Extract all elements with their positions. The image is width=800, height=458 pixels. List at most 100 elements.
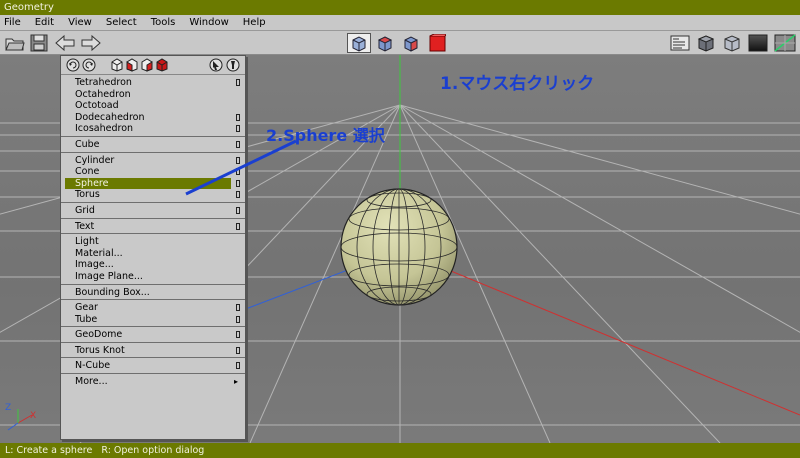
- menu-item-label: Torus: [75, 189, 100, 201]
- option-box-icon[interactable]: [236, 304, 240, 312]
- option-box-icon[interactable]: [236, 125, 240, 133]
- pointer-icon[interactable]: [209, 58, 223, 72]
- forward-arrow-icon[interactable]: [79, 33, 103, 53]
- textured-bg-icon[interactable]: [773, 33, 797, 53]
- menu-item-label: Octotoad: [75, 100, 119, 112]
- menu-item-image-plane[interactable]: Image Plane...: [61, 271, 245, 283]
- option-box-icon[interactable]: [236, 140, 240, 148]
- open-folder-icon[interactable]: [4, 33, 26, 53]
- menu-item-label: GeoDome: [75, 329, 123, 341]
- menu-item-material[interactable]: Material...: [61, 248, 245, 260]
- option-box-icon[interactable]: [236, 331, 240, 339]
- option-box-icon[interactable]: [236, 79, 240, 86]
- menu-group-scene: Light Material... Image... Image Plane..…: [61, 234, 245, 285]
- menu-bar: File Edit View Select Tools Window Help: [0, 15, 800, 31]
- submenu-arrow-icon: ▸: [233, 377, 238, 387]
- cube-blue-red-2-icon[interactable]: [399, 33, 423, 53]
- option-box-icon[interactable]: [236, 222, 240, 230]
- menu-tools[interactable]: Tools: [144, 15, 183, 31]
- menu-item-label: Cone: [75, 166, 100, 178]
- save-disk-icon[interactable]: [28, 33, 50, 53]
- menu-group-geodome: GeoDome: [61, 327, 245, 343]
- menu-item-icosahedron[interactable]: Icosahedron: [61, 123, 245, 135]
- menu-item-label: Gear: [75, 302, 98, 314]
- option-box-icon[interactable]: [236, 362, 240, 370]
- menu-item-label: More...: [75, 376, 108, 388]
- cube-outline-icon[interactable]: [110, 58, 124, 72]
- option-box-icon[interactable]: [236, 206, 240, 214]
- menu-item-label: Cube: [75, 138, 100, 150]
- menu-item-label: Light: [75, 236, 99, 248]
- menu-item-sphere[interactable]: Sphere: [65, 177, 240, 190]
- cube-blue-red-icon[interactable]: [373, 33, 397, 53]
- menu-view[interactable]: View: [61, 15, 99, 31]
- gizmo-z-label: Z: [5, 403, 12, 413]
- menu-item-n-cube[interactable]: N-Cube: [61, 360, 245, 372]
- menu-group-cube: Cube: [61, 137, 245, 153]
- menu-item-label: Dodecahedron: [75, 111, 145, 123]
- option-box-icon[interactable]: [236, 346, 240, 354]
- menu-help[interactable]: Help: [236, 15, 273, 31]
- menu-item-bounding-box[interactable]: Bounding Box...: [61, 287, 245, 299]
- option-box-icon[interactable]: [236, 156, 240, 164]
- menu-item-label: Image...: [75, 259, 114, 271]
- menu-item-cylinder[interactable]: Cylinder: [61, 155, 245, 167]
- context-menu-header: [61, 56, 245, 75]
- menu-item-tube[interactable]: Tube: [61, 314, 245, 326]
- menu-window[interactable]: Window: [182, 15, 235, 31]
- menu-select[interactable]: Select: [99, 15, 144, 31]
- rotate-left-icon[interactable]: [66, 58, 80, 72]
- menu-item-dodecahedron[interactable]: Dodecahedron: [61, 112, 245, 124]
- rotate-right-icon[interactable]: [82, 58, 96, 72]
- menu-item-label: N-Cube: [75, 360, 111, 372]
- menu-item-geodome[interactable]: GeoDome: [61, 329, 245, 341]
- cube-red-side-icon[interactable]: [140, 58, 154, 72]
- gear-icon[interactable]: [226, 58, 240, 72]
- menu-edit[interactable]: Edit: [28, 15, 61, 31]
- axis-gizmo: [7, 409, 33, 431]
- menu-item-label: Image Plane...: [75, 270, 143, 282]
- menu-item-octahedron[interactable]: Octahedron: [61, 89, 245, 101]
- menu-item-label: Icosahedron: [75, 123, 134, 135]
- menu-item-tetrahedron[interactable]: Tetrahedron: [61, 77, 245, 89]
- option-box-icon[interactable]: [236, 179, 240, 187]
- menu-item-more[interactable]: More... ▸: [61, 376, 245, 388]
- sphere-mesh[interactable]: [340, 188, 458, 306]
- menu-item-label: Octahedron: [75, 88, 131, 100]
- shaded-cube-icon[interactable]: [695, 33, 717, 53]
- menu-item-torus[interactable]: Torus: [61, 189, 245, 201]
- menu-file[interactable]: File: [0, 15, 28, 31]
- menu-group-bbox: Bounding Box...: [61, 285, 245, 301]
- menu-item-cube[interactable]: Cube: [61, 139, 245, 151]
- create-context-menu: Tetrahedron Octahedron Octotoad Dodecahe…: [60, 55, 246, 440]
- menu-item-grid[interactable]: Grid: [61, 205, 245, 217]
- menu-item-light[interactable]: Light: [61, 236, 245, 248]
- menu-item-gear[interactable]: Gear: [61, 302, 245, 314]
- toolbar: [0, 31, 800, 55]
- menu-group-round: Cylinder Cone Sphere Torus: [61, 153, 245, 203]
- cube-red-face-icon[interactable]: [125, 58, 139, 72]
- option-box-icon[interactable]: [236, 168, 240, 176]
- cube-red-full-icon[interactable]: [155, 58, 169, 72]
- menu-item-cone[interactable]: Cone: [61, 166, 245, 178]
- menu-item-torus-knot[interactable]: Torus Knot: [61, 345, 245, 357]
- cube-blue-icon[interactable]: [347, 33, 371, 53]
- option-box-icon[interactable]: [236, 113, 240, 121]
- option-box-icon[interactable]: [236, 315, 240, 323]
- status-text: L: Create a sphere R: Open option dialog: [5, 445, 205, 456]
- menu-item-image[interactable]: Image...: [61, 259, 245, 271]
- window-title: Geometry: [4, 2, 54, 13]
- back-arrow-icon[interactable]: [53, 33, 77, 53]
- menu-group-gear: Gear Tube: [61, 300, 245, 328]
- option-box-icon[interactable]: [236, 191, 240, 199]
- menu-group-more: More... ▸: [61, 374, 245, 389]
- window-titlebar: Geometry: [0, 0, 800, 15]
- wire-cube-icon[interactable]: [721, 33, 743, 53]
- menu-item-text[interactable]: Text: [61, 221, 245, 233]
- gizmo-x-label: X: [30, 411, 37, 421]
- menu-item-label: Material...: [75, 247, 123, 259]
- gradient-bg-icon[interactable]: [747, 33, 769, 53]
- menu-item-octotoad[interactable]: Octotoad: [61, 100, 245, 112]
- cube-red-icon[interactable]: [425, 33, 449, 53]
- panel-list-icon[interactable]: [669, 33, 691, 53]
